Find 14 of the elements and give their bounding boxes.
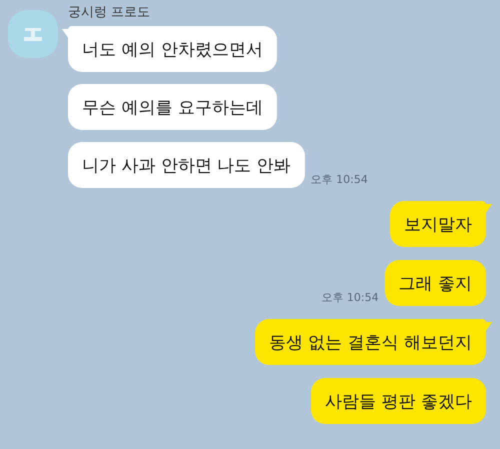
message-bubble: 보지말자 <box>390 201 486 247</box>
bubble-tail <box>62 29 71 39</box>
bubble-tail <box>483 322 492 332</box>
message-time: 오후 10:54 <box>321 290 379 305</box>
message-bubble: 그래 좋지 <box>384 260 486 306</box>
message-bubble: 사람들 평판 좋겠다 <box>311 378 486 424</box>
sender-name: 궁시렁 프로도 <box>68 5 152 21</box>
message-time: 오후 10:54 <box>310 172 368 187</box>
bubble-tail <box>483 204 492 214</box>
message-bubble: 동생 없는 결혼식 해보던지 <box>254 319 486 365</box>
message-bubble: 니가 사과 안하면 나도 안봐 <box>68 142 305 188</box>
message-bubble: 너도 예의 안차렸으면서 <box>68 26 277 72</box>
message-bubble: 무슨 예의를 요구하는데 <box>68 84 277 130</box>
avatar-icon[interactable] <box>8 10 58 58</box>
